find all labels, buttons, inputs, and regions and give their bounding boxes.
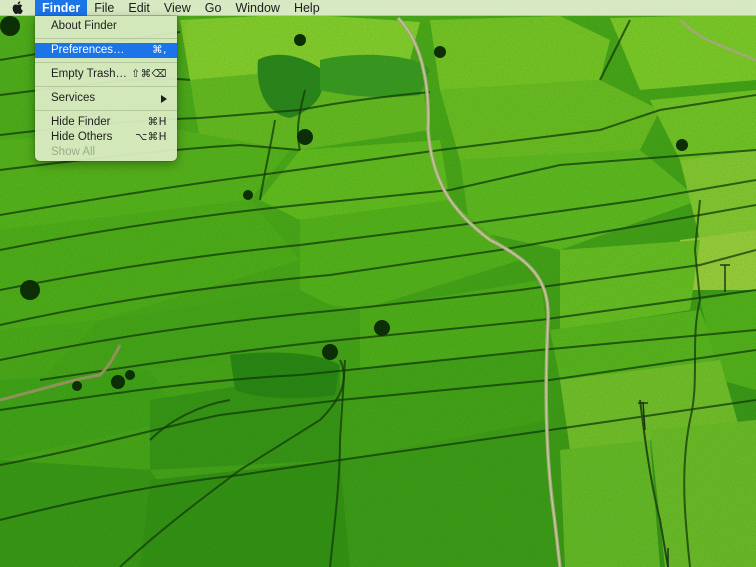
- menu-item-show-all: Show All: [35, 145, 177, 160]
- menu-item-shortcut: ⇧⌘⌫: [131, 68, 167, 80]
- apple-menu-button[interactable]: [0, 0, 35, 16]
- menu-finder[interactable]: Finder: [35, 0, 88, 16]
- menu-separator: [35, 110, 177, 111]
- finder-menu-dropdown: About Finder Preferences… ⌘, Empty Trash…: [35, 16, 177, 161]
- menu-item-label: Empty Trash…: [51, 68, 128, 80]
- menu-item-label: Services: [51, 92, 96, 104]
- menu-bar: Finder File Edit View Go Window Help: [0, 0, 756, 16]
- menu-item-label: Preferences…: [51, 44, 125, 56]
- menu-separator: [35, 62, 177, 63]
- menu-separator: [35, 86, 177, 87]
- menu-item-about-finder[interactable]: About Finder: [35, 19, 177, 34]
- menu-item-shortcut: ⌥⌘H: [135, 131, 167, 143]
- menu-item-empty-trash[interactable]: Empty Trash… ⇧⌘⌫: [35, 67, 177, 82]
- menu-window[interactable]: Window: [228, 0, 286, 16]
- apple-logo-icon: [12, 1, 23, 14]
- menu-item-shortcut: ⌘,: [152, 44, 167, 56]
- menu-item-services[interactable]: Services: [35, 91, 177, 106]
- menu-item-label: Show All: [51, 146, 96, 158]
- menu-edit[interactable]: Edit: [121, 0, 157, 16]
- menu-view[interactable]: View: [157, 0, 198, 16]
- menu-item-shortcut: ⌘H: [147, 116, 167, 128]
- menu-item-hide-others[interactable]: Hide Others ⌥⌘H: [35, 130, 177, 145]
- menu-item-label: About Finder: [51, 20, 117, 32]
- triangle-right-icon: [161, 94, 167, 103]
- menu-go[interactable]: Go: [198, 0, 229, 16]
- menu-file[interactable]: File: [87, 0, 121, 16]
- menu-item-preferences[interactable]: Preferences… ⌘,: [35, 43, 177, 58]
- menu-item-label: Hide Others: [51, 131, 113, 143]
- menu-help[interactable]: Help: [287, 0, 327, 16]
- menu-separator: [35, 38, 177, 39]
- menu-item-hide-finder[interactable]: Hide Finder ⌘H: [35, 115, 177, 130]
- menu-item-label: Hide Finder: [51, 116, 111, 128]
